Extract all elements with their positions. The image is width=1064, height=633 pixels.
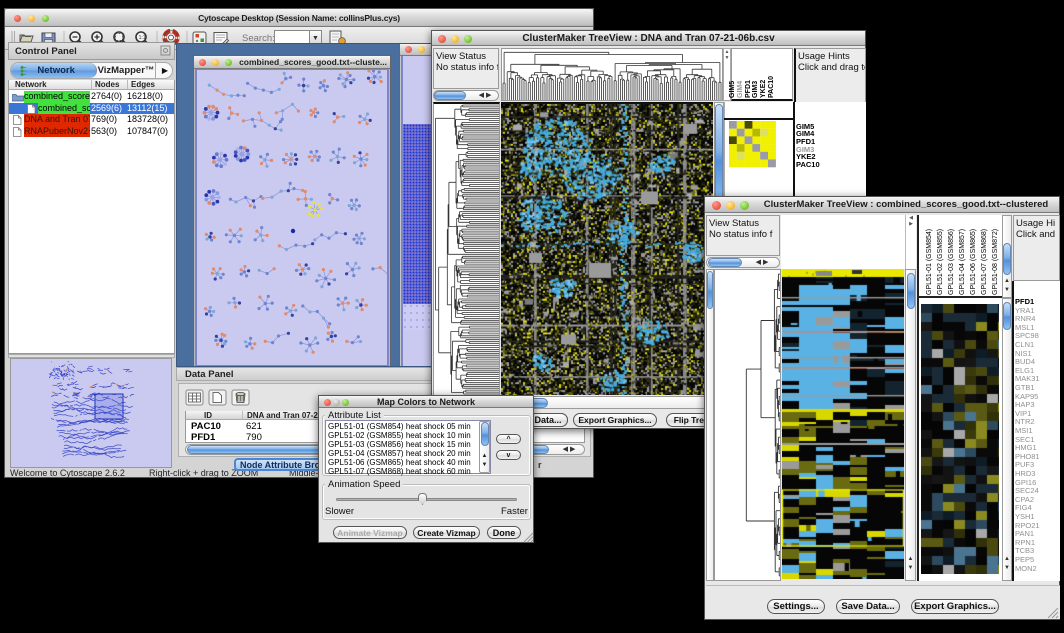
svg-text:1:1: 1:1	[139, 35, 146, 41]
